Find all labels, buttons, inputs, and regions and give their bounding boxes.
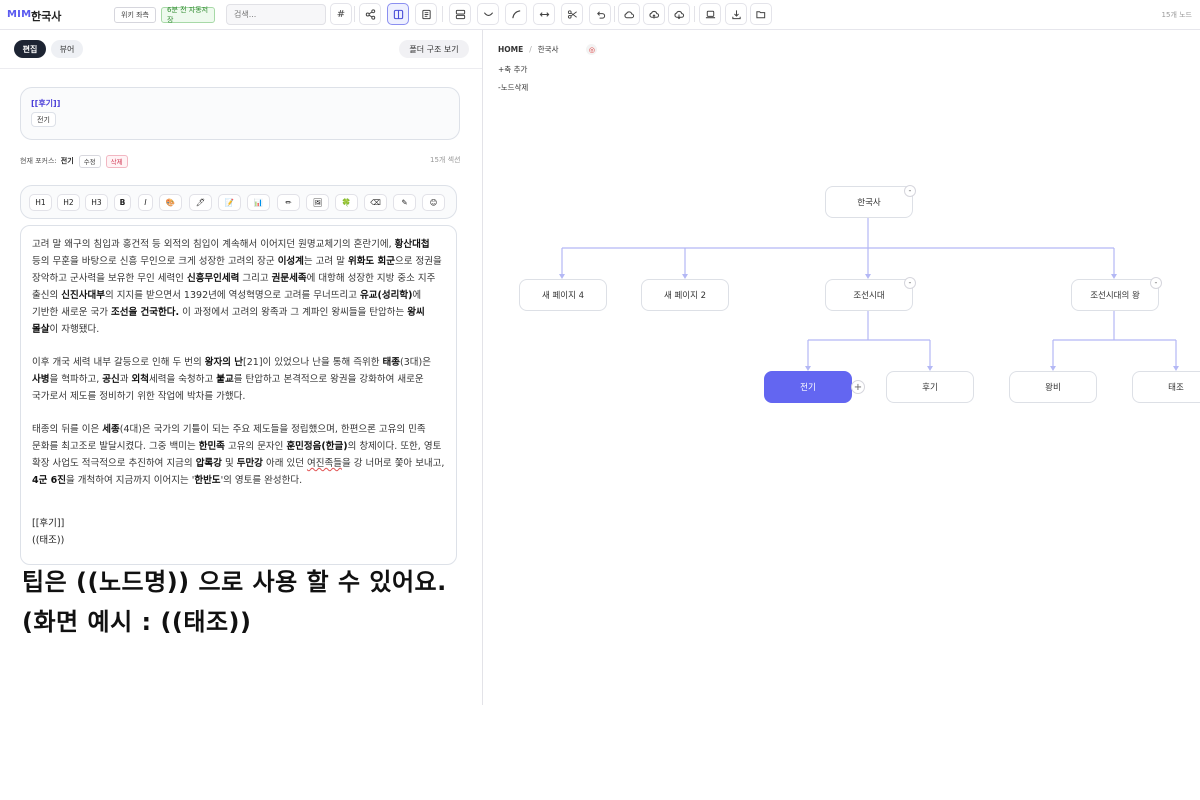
collapse-icon[interactable]: - (904, 185, 916, 197)
mindmap-node[interactable]: 새 페이지 4 (519, 279, 607, 311)
collapse-icon[interactable]: - (1150, 277, 1162, 289)
collapse-icon[interactable]: - (904, 277, 916, 289)
mindmap-node[interactable]: 조선시대의 왕 (1071, 279, 1159, 311)
mindmap-node[interactable]: 태조 (1132, 371, 1200, 403)
mindmap-node[interactable]: 새 페이지 2 (641, 279, 729, 311)
mindmap-node[interactable]: 왕비 (1009, 371, 1097, 403)
mindmap-node[interactable]: 후기 (886, 371, 974, 403)
mindmap-node-root[interactable]: 한국사 (825, 186, 913, 218)
add-node-icon[interactable]: + (851, 380, 865, 394)
mindmap-node[interactable]: 조선시대 (825, 279, 913, 311)
mindmap-node-selected[interactable]: 전기 (764, 371, 852, 403)
